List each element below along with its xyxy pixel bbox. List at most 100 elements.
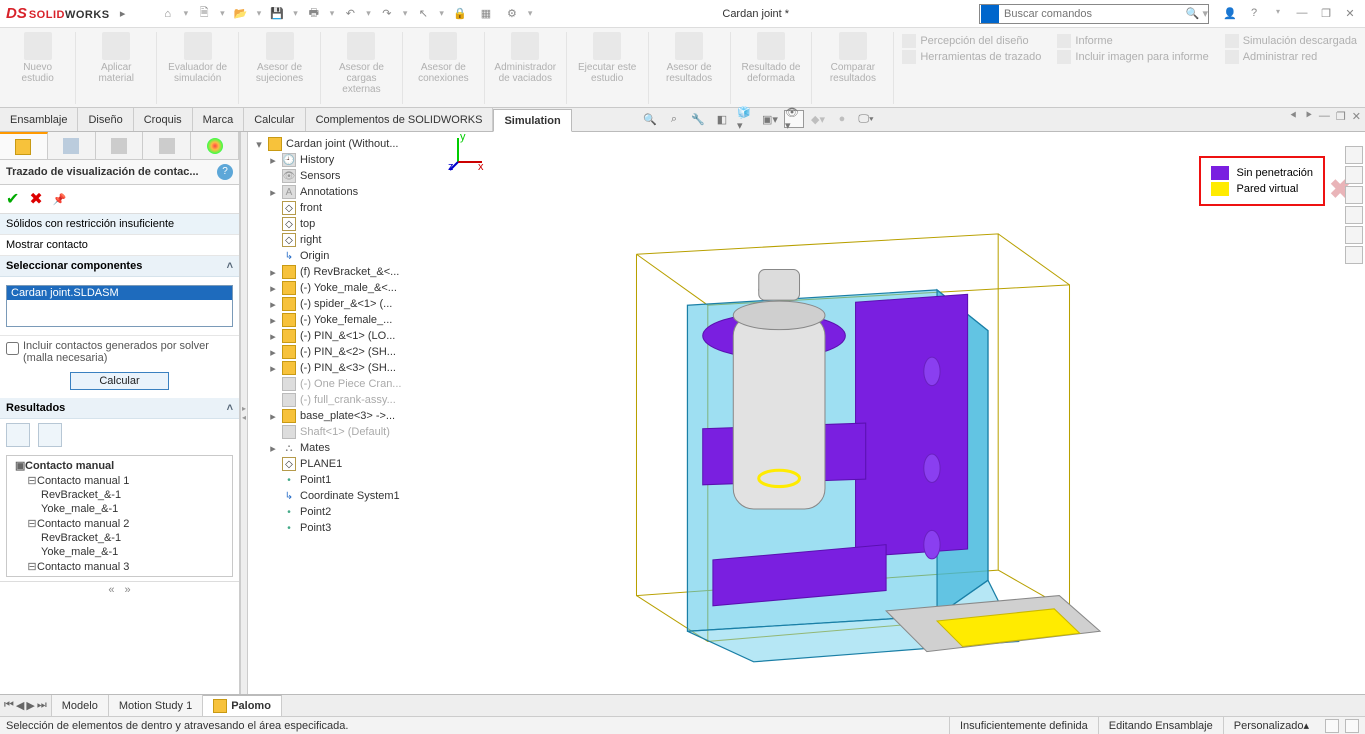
app-menu-dropdown[interactable]: ▸ bbox=[114, 5, 132, 23]
pm-tab-config[interactable] bbox=[96, 132, 144, 159]
tab-assembly[interactable]: Ensamblaje bbox=[0, 108, 78, 131]
undo-icon[interactable]: ↶ bbox=[340, 4, 360, 24]
tab-scroll-start-icon[interactable]: ⏮ bbox=[4, 699, 14, 712]
new-icon[interactable]: 🗎 bbox=[194, 4, 214, 24]
rib-include-img[interactable]: Incluir imagen para informe bbox=[1057, 50, 1208, 64]
close-icon[interactable]: ✕ bbox=[1341, 7, 1359, 20]
ftree-item[interactable]: (-) spider_&<1> (... bbox=[300, 298, 392, 310]
scroll-left-icon[interactable]: « bbox=[108, 584, 114, 596]
tab-scroll-left-icon[interactable]: ◀ bbox=[16, 699, 24, 712]
collapse-icon[interactable]: ˄ bbox=[227, 402, 233, 414]
pm-pin-icon[interactable]: 📌 bbox=[53, 193, 67, 206]
zoom-fit-icon[interactable]: 🔍 bbox=[640, 110, 660, 128]
calculate-button[interactable]: Calcular bbox=[70, 372, 168, 390]
ftree-item[interactable]: Point3 bbox=[300, 522, 331, 534]
select-icon[interactable]: ↖ bbox=[413, 4, 433, 24]
pm-ok-button[interactable]: ✔ bbox=[6, 189, 19, 209]
home-icon[interactable]: ⌂ bbox=[158, 4, 178, 24]
tab-scroll-right-icon[interactable]: ▶ bbox=[26, 699, 34, 712]
search-icon[interactable]: 🔍 bbox=[1182, 7, 1202, 20]
hide-show-icon[interactable]: 👁▾ bbox=[784, 110, 804, 128]
rib-run[interactable]: Ejecutar este estudio bbox=[567, 32, 649, 104]
rib-compare[interactable]: Comparar resultados bbox=[812, 32, 894, 104]
view-orient-icon[interactable]: 🧊▾ bbox=[736, 110, 756, 128]
collapse-icon[interactable]: ˄ bbox=[227, 260, 233, 272]
pm-cancel-button[interactable]: ✖ bbox=[29, 189, 42, 209]
appearance-icon[interactable]: ◆▾ bbox=[808, 110, 828, 128]
rib-new-study[interactable]: Nuevo estudio bbox=[0, 32, 76, 104]
ftree-root[interactable]: Cardan joint (Without... bbox=[286, 138, 399, 150]
rib-connections[interactable]: Asesor de conexiones bbox=[403, 32, 485, 104]
status-icon-2[interactable] bbox=[1345, 719, 1359, 733]
ftree-item[interactable]: PLANE1 bbox=[300, 458, 342, 470]
restore-icon[interactable]: ❐ bbox=[1317, 7, 1335, 20]
ftree-item[interactable]: Sensors bbox=[300, 170, 340, 182]
tab-study-palomo[interactable]: Palomo bbox=[203, 695, 282, 716]
taskpane-forum-icon[interactable] bbox=[1345, 246, 1363, 264]
rib-shell-mgr[interactable]: Administrador de vaciados bbox=[485, 32, 567, 104]
open-icon[interactable]: 📂 bbox=[231, 4, 251, 24]
prev-view-icon[interactable]: 🔧 bbox=[688, 110, 708, 128]
scene-icon[interactable]: ● bbox=[832, 110, 852, 128]
taskpane-lib-icon[interactable] bbox=[1345, 166, 1363, 184]
ftree-item[interactable]: Origin bbox=[300, 250, 329, 262]
ftree-item[interactable]: (-) Yoke_female_... bbox=[300, 314, 392, 326]
rib-ext-loads[interactable]: Asesor de cargas externas bbox=[321, 32, 403, 104]
ftree-item[interactable]: (-) PIN_&<2> (SH... bbox=[300, 346, 396, 358]
tab-sketch[interactable]: Croquis bbox=[134, 108, 193, 131]
rib-manage-net[interactable]: Administrar red bbox=[1225, 50, 1357, 64]
orientation-triad[interactable]: y x z bbox=[448, 132, 488, 172]
help-icon[interactable]: ? bbox=[1245, 7, 1263, 20]
status-icon-1[interactable] bbox=[1325, 719, 1339, 733]
ftree-item[interactable]: Point2 bbox=[300, 506, 331, 518]
ftree-item[interactable]: (-) Yoke_male_&<... bbox=[300, 282, 397, 294]
panel-max-icon[interactable]: ❐ bbox=[1336, 110, 1346, 123]
tab-evaluate[interactable]: Calcular bbox=[244, 108, 305, 131]
pm-tab-feature[interactable] bbox=[0, 132, 48, 159]
solver-contacts-checkbox[interactable]: Incluir contactos generados por solver (… bbox=[0, 336, 239, 368]
solver-contacts-input[interactable] bbox=[6, 342, 19, 355]
tab-brand[interactable]: Marca bbox=[193, 108, 245, 131]
panel-next-icon[interactable]: ⯈ bbox=[1304, 110, 1313, 123]
rib-fixtures[interactable]: Asesor de sujeciones bbox=[239, 32, 321, 104]
pm-help-icon[interactable]: ? bbox=[217, 164, 233, 180]
options-icon[interactable]: ▦ bbox=[476, 4, 496, 24]
tab-simulation[interactable]: Simulation bbox=[493, 109, 571, 132]
redo-icon[interactable]: ↷ bbox=[377, 4, 397, 24]
panel-close-icon[interactable]: ✕ bbox=[1352, 110, 1361, 123]
taskpane-view-icon[interactable] bbox=[1345, 186, 1363, 204]
tab-model[interactable]: Modelo bbox=[52, 695, 109, 716]
component-listbox[interactable]: Cardan joint.SLDASM bbox=[6, 285, 233, 327]
results-tree[interactable]: ▣Contacto manual ⊟Contacto manual 1 RevB… bbox=[7, 456, 232, 576]
rib-sim-eval[interactable]: Evaluador de simulación bbox=[157, 32, 239, 104]
tab-scroll-end-icon[interactable]: ⏭ bbox=[37, 699, 47, 712]
rib-report[interactable]: Informe bbox=[1057, 34, 1208, 48]
selected-component[interactable]: Cardan joint.SLDASM bbox=[7, 286, 232, 300]
print-icon[interactable]: 🖶 bbox=[304, 4, 324, 24]
tab-design[interactable]: Diseño bbox=[78, 108, 133, 131]
command-search[interactable]: 🔍▾ bbox=[979, 4, 1209, 24]
rib-results-adv[interactable]: Asesor de resultados bbox=[649, 32, 731, 104]
ftree-item[interactable]: front bbox=[300, 202, 322, 214]
scroll-right-icon[interactable]: » bbox=[125, 584, 131, 596]
results-tool-2-icon[interactable] bbox=[38, 423, 62, 447]
ftree-item[interactable]: (-) full_crank-assy... bbox=[300, 394, 396, 406]
results-tool-1-icon[interactable] bbox=[6, 423, 30, 447]
panel-min-icon[interactable]: — bbox=[1319, 110, 1330, 123]
pm-tab-property[interactable] bbox=[48, 132, 96, 159]
pm-sec-underconstrained[interactable]: Sólidos con restricción insuficiente bbox=[0, 214, 239, 235]
taskpane-home-icon[interactable] bbox=[1345, 146, 1363, 164]
rib-design-insight[interactable]: Percepción del diseño bbox=[902, 34, 1041, 48]
taskpane-prop-icon[interactable] bbox=[1345, 226, 1363, 244]
rib-apply-material[interactable]: Aplicar material bbox=[76, 32, 157, 104]
minimize-icon[interactable]: — bbox=[1293, 7, 1311, 20]
user-icon[interactable]: 👤 bbox=[1221, 7, 1239, 20]
section-icon[interactable]: ◧ bbox=[712, 110, 732, 128]
ftree-item[interactable]: History bbox=[300, 154, 334, 166]
ftree-item[interactable]: (-) PIN_&<1> (LO... bbox=[300, 330, 395, 342]
ftree-item[interactable]: Shaft<1> (Default) bbox=[300, 426, 390, 438]
status-unit-system[interactable]: Personalizado ▴ bbox=[1223, 717, 1319, 734]
ftree-item[interactable]: Mates bbox=[300, 442, 330, 454]
search-scope-icon[interactable] bbox=[981, 5, 999, 23]
ftree-item[interactable]: Annotations bbox=[300, 186, 358, 198]
